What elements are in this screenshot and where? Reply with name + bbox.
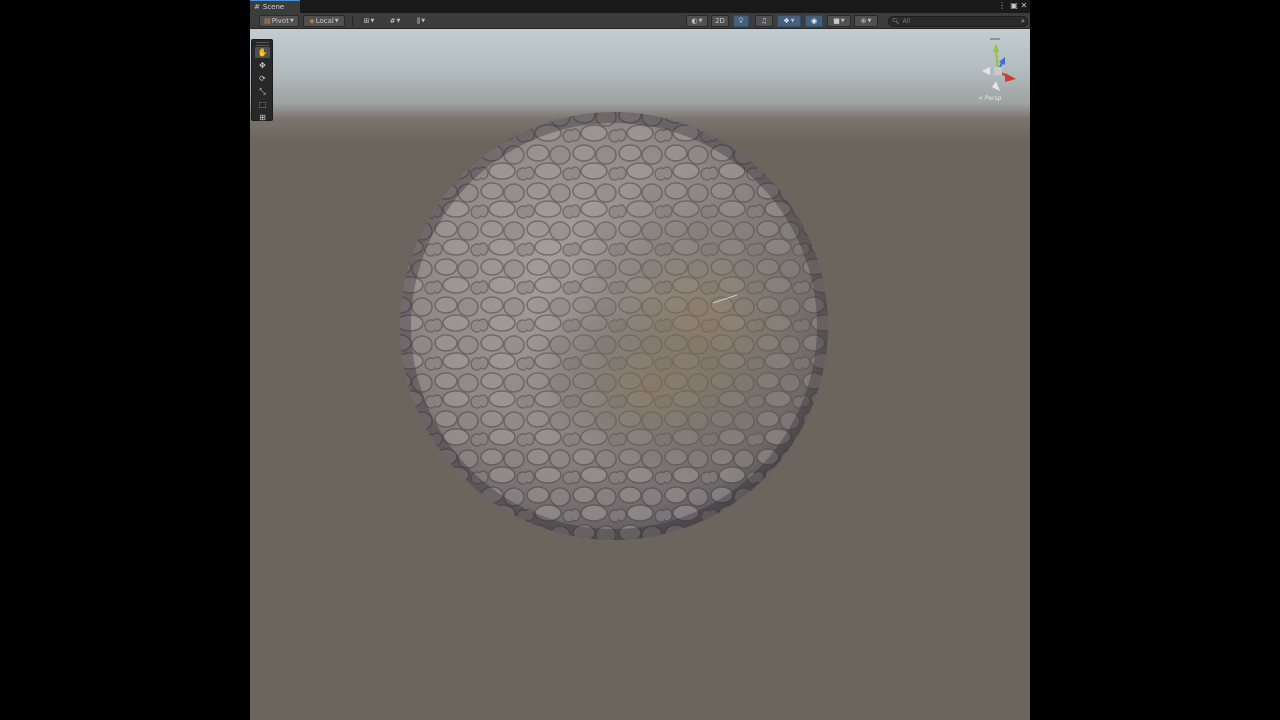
gizmo-neg-y-cone[interactable] — [992, 81, 1000, 91]
gizmo-x-cone[interactable] — [1005, 73, 1016, 82]
gizmo-center-cube[interactable] — [994, 67, 1002, 75]
effects-icon: ❖ — [783, 17, 790, 25]
toolbar-divider — [352, 16, 353, 26]
2d-toggle[interactable]: 2D — [711, 15, 729, 27]
chevron-down-icon: ▼ — [840, 18, 845, 24]
grid-plane-icon: # — [389, 17, 396, 25]
tab-bar: # Scene ⋮ ▣ ✕ — [250, 0, 1030, 13]
sphere-surface — [400, 112, 828, 540]
camera-icon: ■ — [833, 17, 840, 25]
local-label: Local — [315, 17, 334, 25]
material-preview-sphere[interactable] — [250, 29, 1030, 720]
chevron-down-icon: ▼ — [421, 18, 426, 24]
audio-icon: ♫ — [760, 17, 768, 25]
scene-tab[interactable]: # Scene — [250, 0, 300, 13]
audio-toggle[interactable]: ♫ — [755, 15, 773, 27]
hand-icon: ✋ — [257, 48, 268, 57]
scene-icon: # — [254, 2, 260, 11]
scale-icon: ⤡ — [259, 87, 266, 96]
pivot-label: Pivot — [271, 17, 289, 25]
rotate-tool[interactable]: ⟳ — [255, 73, 270, 84]
gizmo-neg-x-cone[interactable] — [982, 67, 990, 75]
maximize-icon[interactable]: ▣ — [1009, 1, 1019, 11]
shading-sphere-icon: ◐ — [691, 17, 698, 25]
chevron-down-icon: ▼ — [334, 18, 339, 24]
more-icon[interactable]: ⋮ — [997, 1, 1007, 11]
drag-handle[interactable] — [256, 42, 269, 46]
grid-visibility-button[interactable]: # ▼ — [384, 15, 406, 27]
chevron-down-icon: ▼ — [790, 18, 795, 24]
visibility-icon: ◉ — [810, 17, 818, 25]
chevron-down-icon: ▼ — [289, 18, 294, 24]
2d-label: 2D — [715, 17, 725, 25]
scale-tool[interactable]: ⤡ — [255, 86, 270, 97]
pivot-dropdown[interactable]: ▤ Pivot ▼ — [259, 15, 299, 27]
local-dropdown[interactable]: ◈ Local ▼ — [303, 15, 345, 27]
light-bulb-icon: 💡︎ — [738, 16, 744, 25]
camera-dropdown[interactable]: ■ ▼ — [827, 15, 851, 27]
close-icon[interactable]: ✕ — [1019, 1, 1029, 11]
local-icon: ◈ — [309, 17, 315, 25]
chevron-down-icon: ▼ — [396, 18, 401, 24]
pivot-icon: ▤ — [264, 17, 271, 25]
search-field[interactable]: 🔍︎ — [888, 16, 1028, 27]
move-icon: ✥ — [259, 61, 266, 70]
chevron-down-icon: ▼ — [698, 18, 703, 24]
snap-icon: ⫼ — [416, 16, 421, 25]
lighting-toggle[interactable]: 💡︎ — [733, 15, 749, 27]
scene-toolbar: ▤ Pivot ▼ ◈ Local ▼ ⊞ ▼ # ▼ ⫼ ▼ ◐ ▼ 2D 💡︎ ♫ — [250, 13, 1030, 29]
projection-label[interactable]: < Persp — [978, 95, 1001, 102]
draw-mode-dropdown[interactable]: ◐ ▼ — [686, 15, 708, 27]
gizmo-y-cone[interactable] — [993, 43, 999, 52]
scene-window: # Scene ⋮ ▣ ✕ ▤ Pivot ▼ ◈ Local ▼ ⊞ ▼ # ▼ … — [250, 0, 1030, 720]
rotate-icon: ⟳ — [259, 74, 266, 83]
scene-visibility-toggle[interactable]: ◉ — [805, 15, 823, 27]
hand-tool[interactable]: ✋ — [255, 47, 270, 58]
grid-snapping-button[interactable]: ⊞ ▼ — [358, 15, 380, 27]
gizmos-dropdown[interactable]: ⊕ ▼ — [854, 15, 878, 27]
effects-dropdown[interactable]: ❖ ▼ — [777, 15, 801, 27]
grid-icon: ⊞ — [363, 17, 370, 25]
search-input[interactable] — [902, 18, 1015, 25]
search-options-icon[interactable]: ⌕ — [1018, 16, 1028, 26]
transform-icon: ⊞ — [259, 113, 266, 122]
move-tool[interactable]: ✥ — [255, 60, 270, 71]
rect-icon: ⬚ — [258, 100, 267, 109]
gizmos-icon: ⊕ — [860, 17, 867, 25]
increment-snap-button[interactable]: ⫼ ▼ — [410, 15, 432, 27]
gizmo-menu-icon — [990, 38, 1000, 40]
tools-overlay: ✋ ✥ ⟳ ⤡ ⬚ ⊞ — [251, 39, 273, 123]
search-icon: 🔍︎ — [892, 18, 900, 25]
transform-tool[interactable]: ⊞ — [255, 112, 270, 123]
rect-tool[interactable]: ⬚ — [255, 99, 270, 110]
scene-tab-label: Scene — [262, 2, 285, 11]
scene-viewport[interactable]: ✋ ✥ ⟳ ⤡ ⬚ ⊞ < Persp — [250, 29, 1030, 720]
chevron-down-icon: ▼ — [867, 18, 872, 24]
chevron-down-icon: ▼ — [370, 18, 375, 24]
